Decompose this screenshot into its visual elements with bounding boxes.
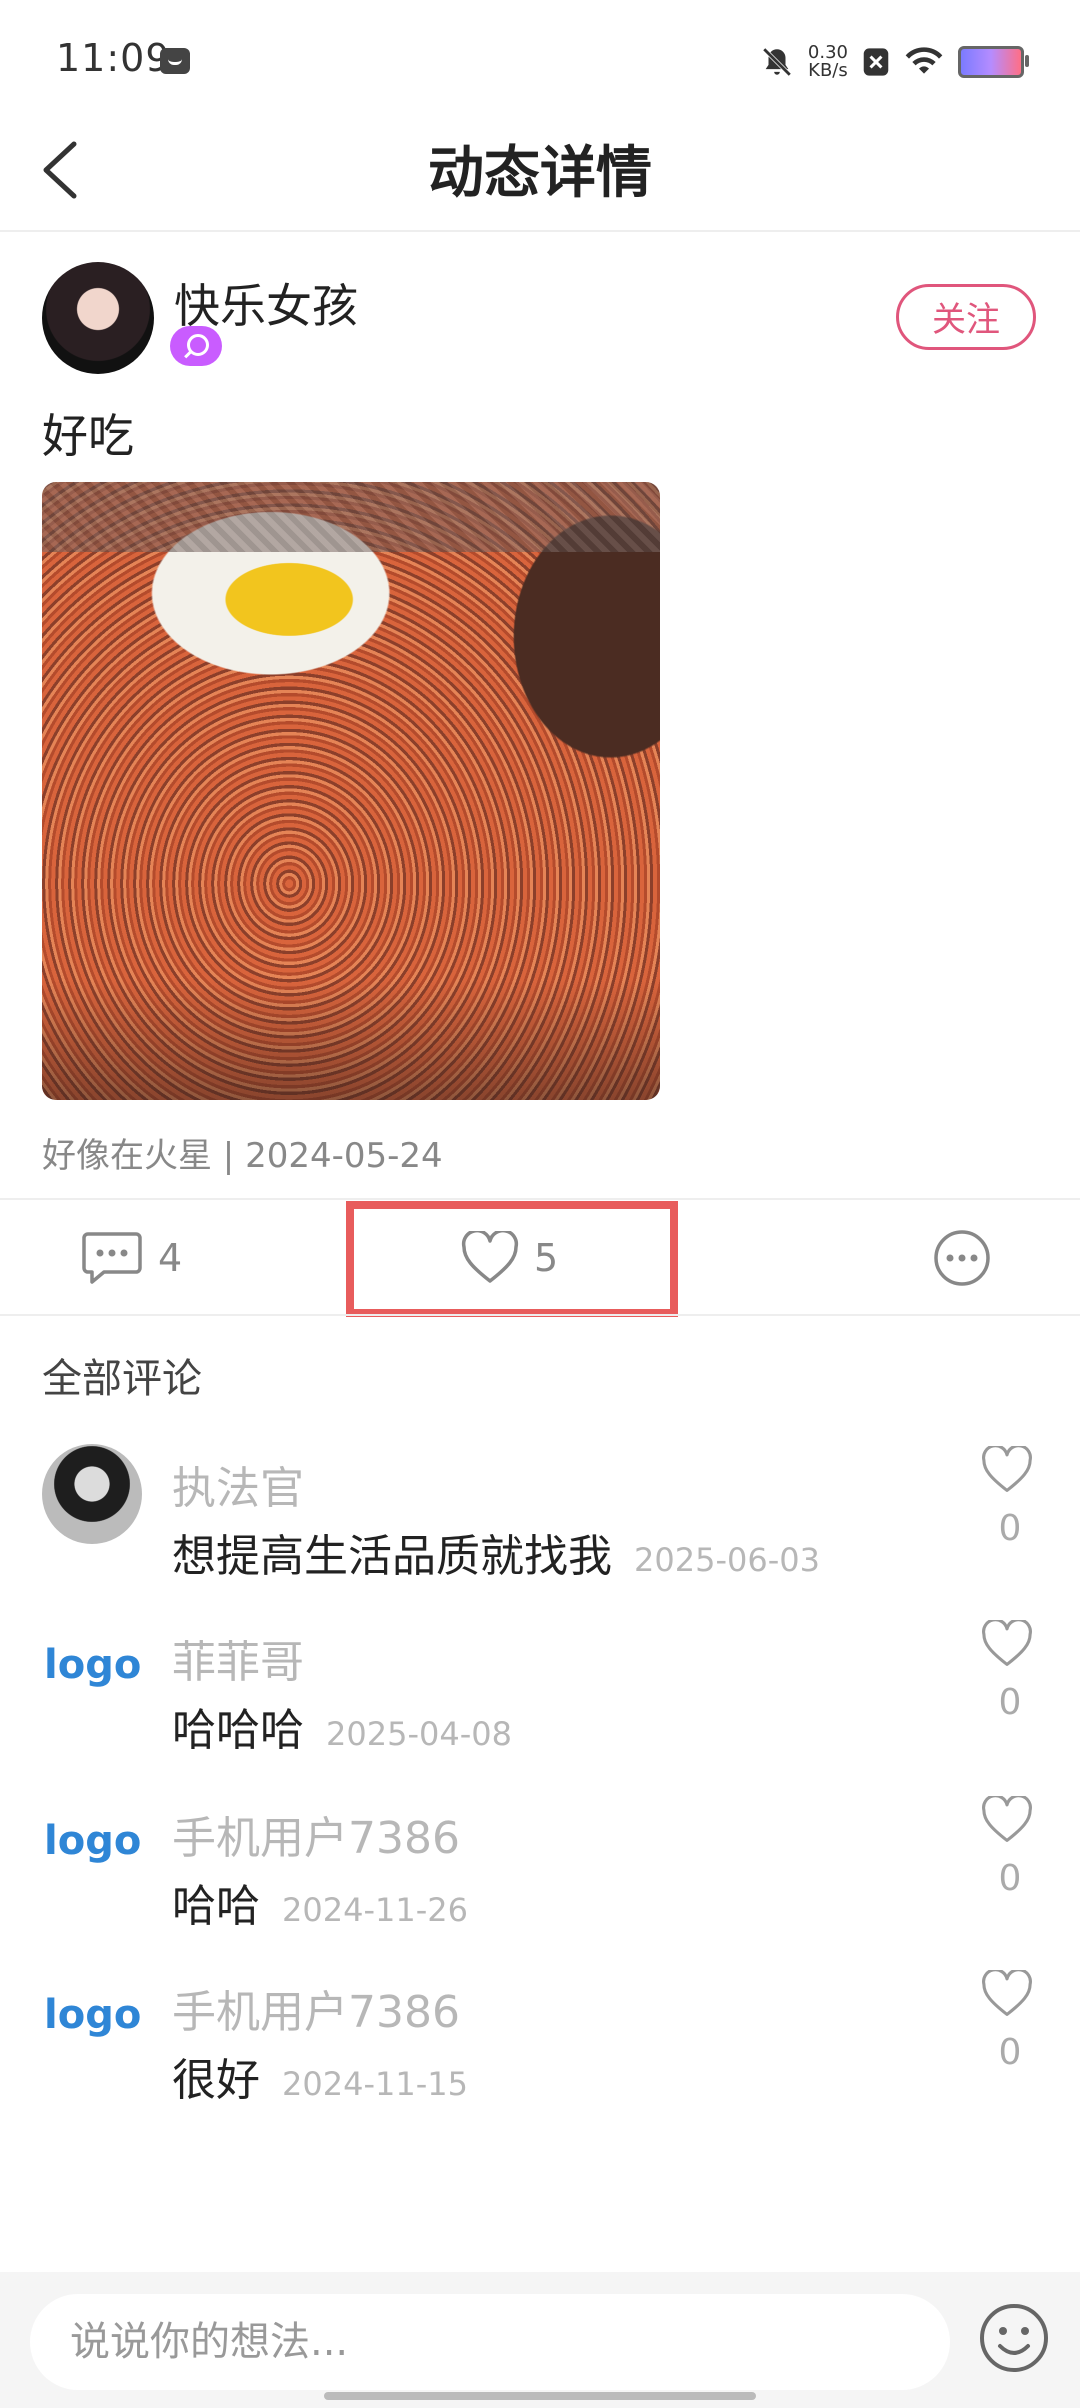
comment-date: 2025-04-08 xyxy=(326,1715,512,1753)
comment-avatar[interactable] xyxy=(42,1444,142,1544)
comment-input[interactable]: 说说你的想法... xyxy=(30,2294,950,2390)
gender-female-badge xyxy=(170,326,222,366)
comment-icon xyxy=(82,1232,142,1284)
post-text: 好吃 xyxy=(42,409,134,463)
comment-date: 2024-11-26 xyxy=(282,1891,468,1929)
wifi-icon xyxy=(905,47,943,74)
comment-like-count: 0 xyxy=(998,1682,1022,1723)
comment-like-count: 0 xyxy=(998,1508,1022,1549)
comment-date: 2024-11-15 xyxy=(282,2065,468,2103)
post-image[interactable] xyxy=(42,482,660,1100)
comment-like-button[interactable] xyxy=(980,1968,1040,2024)
comment-like-button[interactable] xyxy=(980,1618,1040,1674)
status-time: 11:09 xyxy=(56,36,171,80)
actions-bottom-divider xyxy=(0,1314,1080,1316)
sim-off-icon xyxy=(863,48,889,76)
heart-icon xyxy=(982,1794,1032,1842)
more-icon xyxy=(934,1230,990,1286)
follow-button[interactable]: 关注 xyxy=(896,284,1036,350)
comment-avatar-logo[interactable]: logo xyxy=(44,1642,144,1688)
message-icon xyxy=(160,48,190,74)
battery-icon xyxy=(958,46,1029,78)
comment-date: 2025-06-03 xyxy=(634,1541,820,1579)
comment-like-count: 0 xyxy=(998,1858,1022,1899)
comment-username[interactable]: 手机用户7386 xyxy=(172,1802,460,1866)
comment-body: 很好 2024-11-15 xyxy=(172,2044,468,2108)
network-speed: 0.30 KB/s xyxy=(808,44,848,80)
comment-body: 哈哈 2024-11-26 xyxy=(172,1870,468,1934)
comment-count: 4 xyxy=(158,1236,183,1280)
more-button[interactable] xyxy=(932,1200,992,1316)
comment-text: 想提高生活品质就找我 xyxy=(172,1531,612,1582)
comment-text: 哈哈 xyxy=(172,1881,260,1932)
page-title: 动态详情 xyxy=(428,141,652,206)
all-comments-title: 全部评论 xyxy=(42,1356,202,1402)
like-highlight-box xyxy=(346,1201,678,1317)
comment-avatar-logo[interactable]: logo xyxy=(44,1992,144,2038)
mute-icon xyxy=(762,47,792,77)
comment-body: 哈哈哈 2025-04-08 xyxy=(172,1694,512,1758)
heart-icon xyxy=(982,1618,1032,1666)
comment-like-count: 0 xyxy=(998,2032,1022,2073)
comment-username[interactable]: 手机用户7386 xyxy=(172,1976,460,2040)
comment-text: 哈哈哈 xyxy=(172,1705,304,1756)
post-location-date: 好像在火星 | 2024-05-24 xyxy=(42,1136,443,1176)
comment-text: 很好 xyxy=(172,2055,260,2106)
comment-username[interactable]: 菲菲哥 xyxy=(172,1626,304,1690)
author-avatar[interactable] xyxy=(42,262,154,374)
comment-button[interactable]: 4 xyxy=(80,1200,182,1316)
heart-icon xyxy=(982,1444,1032,1492)
comment-avatar-logo[interactable]: logo xyxy=(44,1818,144,1864)
emoji-button[interactable] xyxy=(978,2302,1050,2374)
status-icons: 0.30 KB/s xyxy=(760,40,1029,84)
comment-body: 想提高生活品质就找我 2025-06-03 xyxy=(172,1520,820,1584)
speed-unit: KB/s xyxy=(808,60,848,81)
comment-like-button[interactable] xyxy=(980,1794,1040,1850)
header-divider xyxy=(0,230,1080,232)
emoji-icon xyxy=(980,2304,1048,2372)
comment-username[interactable]: 执法官 xyxy=(172,1452,304,1516)
comment-like-button[interactable] xyxy=(980,1444,1040,1500)
home-indicator[interactable] xyxy=(324,2392,756,2400)
heart-icon xyxy=(982,1968,1032,2016)
